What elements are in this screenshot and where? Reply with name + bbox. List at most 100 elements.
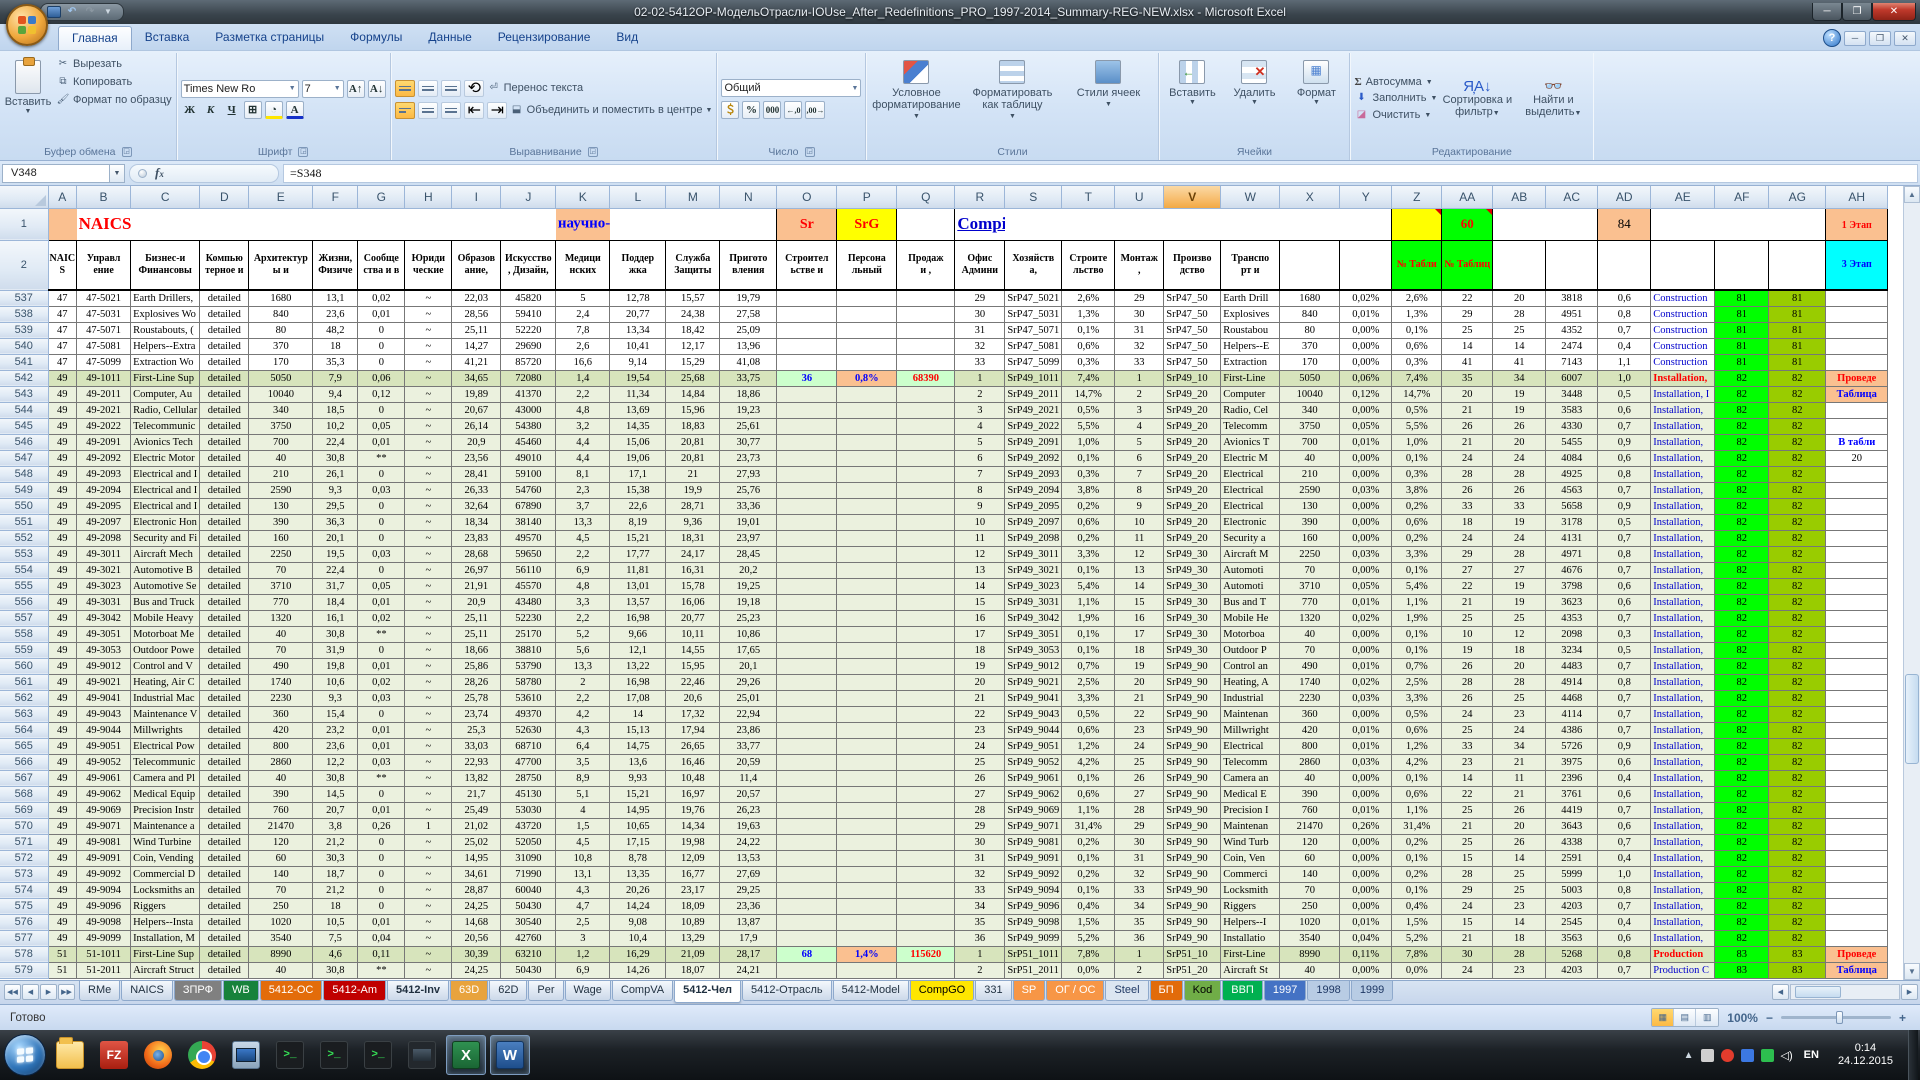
cell[interactable]: 13,22 — [610, 658, 666, 674]
cell[interactable]: SrP49_90 — [1164, 850, 1221, 866]
cell[interactable] — [777, 578, 837, 594]
taskbar-icon-explorer-folder[interactable] — [50, 1035, 90, 1075]
cell[interactable]: 82 — [1715, 594, 1769, 610]
cell[interactable]: Installation, — [1651, 498, 1715, 514]
cell[interactable]: 21 — [955, 690, 1005, 706]
cell[interactable]: 49 — [48, 594, 77, 610]
cell[interactable]: Архитектуры и — [249, 240, 313, 290]
scroll-up-icon[interactable]: ▲ — [1904, 186, 1920, 203]
column-header-AA[interactable]: AA — [1442, 186, 1493, 208]
cell[interactable]: 58780 — [501, 674, 556, 690]
thousands-button[interactable]: 000 — [763, 101, 781, 119]
cell[interactable]: 2860 — [1280, 754, 1340, 770]
column-header-D[interactable]: D — [200, 186, 249, 208]
cell[interactable]: detailed — [200, 322, 249, 338]
cell[interactable]: 3818 — [1546, 290, 1598, 306]
cell[interactable]: 7,4% — [1062, 370, 1115, 386]
cell[interactable]: Персональный — [837, 240, 897, 290]
cell[interactable]: 13,6 — [610, 754, 666, 770]
cell[interactable]: 360 — [1280, 706, 1340, 722]
cell[interactable]: SrP49_20 — [1164, 418, 1221, 434]
cell[interactable]: 54380 — [501, 418, 556, 434]
cell[interactable]: 80 — [249, 322, 313, 338]
cell[interactable]: 82 — [1769, 418, 1826, 434]
cell[interactable]: 82 — [1715, 546, 1769, 562]
cell[interactable]: Installation, — [1651, 530, 1715, 546]
cell[interactable]: 82 — [1769, 722, 1826, 738]
sheet-tab-5412-Am[interactable]: 5412-Am — [323, 981, 386, 1001]
cell[interactable]: 0 — [358, 338, 405, 354]
cell[interactable]: 0,03% — [1340, 546, 1392, 562]
cell[interactable]: 25 — [1493, 610, 1546, 626]
cell[interactable]: 4353 — [1546, 610, 1598, 626]
cell[interactable]: Avionics Tech — [131, 434, 200, 450]
cell[interactable]: 1,5 — [556, 818, 610, 834]
cell[interactable]: 49-1011 — [77, 370, 131, 386]
cell[interactable]: 0,1% — [1392, 882, 1442, 898]
cell[interactable]: 17,1 — [610, 466, 666, 482]
cell[interactable]: 1,3% — [1062, 306, 1115, 322]
cell[interactable]: 29,26 — [720, 674, 777, 690]
cell[interactable]: 2 — [556, 674, 610, 690]
cell[interactable]: 82 — [1715, 866, 1769, 882]
cell[interactable]: 82 — [1715, 386, 1769, 402]
cell[interactable]: 81 — [1715, 306, 1769, 322]
cell[interactable]: 49 — [48, 690, 77, 706]
cell[interactable]: 4,2% — [1062, 754, 1115, 770]
cell[interactable]: 5050 — [1280, 370, 1340, 386]
cell[interactable] — [897, 306, 955, 322]
cell[interactable]: 14,35 — [610, 418, 666, 434]
cell[interactable]: 210 — [1280, 466, 1340, 482]
sheet-tab-5412-ОС[interactable]: 5412-ОС — [260, 981, 323, 1001]
sheet-tab-RMe[interactable]: RMe — [79, 981, 120, 1001]
cell[interactable]: 47-5031 — [77, 306, 131, 322]
cell[interactable]: Mobile Heavy — [131, 610, 200, 626]
cell[interactable]: SrP49_3051 — [1005, 626, 1062, 642]
cell[interactable]: 68390 — [897, 370, 955, 386]
cell[interactable]: 16,29 — [610, 946, 666, 962]
cell[interactable]: 40 — [1280, 626, 1340, 642]
cell[interactable]: detailed — [200, 658, 249, 674]
grow-font-button[interactable]: A↑ — [347, 80, 365, 98]
sheet-tab-1997[interactable]: 1997 — [1264, 981, 1306, 1001]
cell[interactable]: 10040 — [1280, 386, 1340, 402]
scroll-left-icon[interactable]: ◀ — [1772, 984, 1789, 1000]
cell[interactable]: 0,01% — [1340, 594, 1392, 610]
cell[interactable] — [837, 578, 897, 594]
cell[interactable]: 0,2% — [1062, 866, 1115, 882]
cell[interactable]: ~ — [405, 594, 452, 610]
cell[interactable]: 1 — [955, 370, 1005, 386]
row-header[interactable]: 576 — [0, 914, 48, 930]
cell[interactable]: 2250 — [1280, 546, 1340, 562]
cell[interactable]: SrP49_90 — [1164, 898, 1221, 914]
row-header[interactable]: 571 — [0, 834, 48, 850]
cell[interactable]: SrP49_1011 — [1005, 370, 1062, 386]
cell[interactable]: 82 — [1715, 882, 1769, 898]
column-header-B[interactable]: B — [77, 186, 131, 208]
cell[interactable]: NAICS — [48, 240, 77, 290]
cell[interactable]: ~ — [405, 306, 452, 322]
cell[interactable]: 2 — [955, 962, 1005, 978]
cell[interactable]: 59100 — [501, 466, 556, 482]
cell[interactable]: Installation, — [1651, 450, 1715, 466]
cell[interactable]: 49 — [48, 562, 77, 578]
cell[interactable] — [777, 754, 837, 770]
cell[interactable]: 82 — [1769, 882, 1826, 898]
cell[interactable]: 82 — [1769, 370, 1826, 386]
cell[interactable]: ~ — [405, 418, 452, 434]
cell[interactable] — [897, 722, 955, 738]
cell[interactable]: Helpers--Extra — [131, 338, 200, 354]
cell[interactable] — [777, 306, 837, 322]
horizontal-scrollbar[interactable]: ◀ ▶ — [1770, 981, 1920, 1000]
cell[interactable]: 20,1 — [720, 658, 777, 674]
cell[interactable]: 45570 — [501, 578, 556, 594]
cell[interactable] — [897, 450, 955, 466]
cell[interactable]: 16,97 — [666, 786, 720, 802]
column-header-F[interactable]: F — [313, 186, 358, 208]
cell[interactable]: SrP47_5031 — [1005, 306, 1062, 322]
cell[interactable]: 23,6 — [313, 738, 358, 754]
cell[interactable]: 20,67 — [452, 402, 501, 418]
cell[interactable] — [897, 466, 955, 482]
prev-sheet-icon[interactable]: ◀ — [22, 984, 39, 1000]
cell[interactable]: 82 — [1769, 866, 1826, 882]
